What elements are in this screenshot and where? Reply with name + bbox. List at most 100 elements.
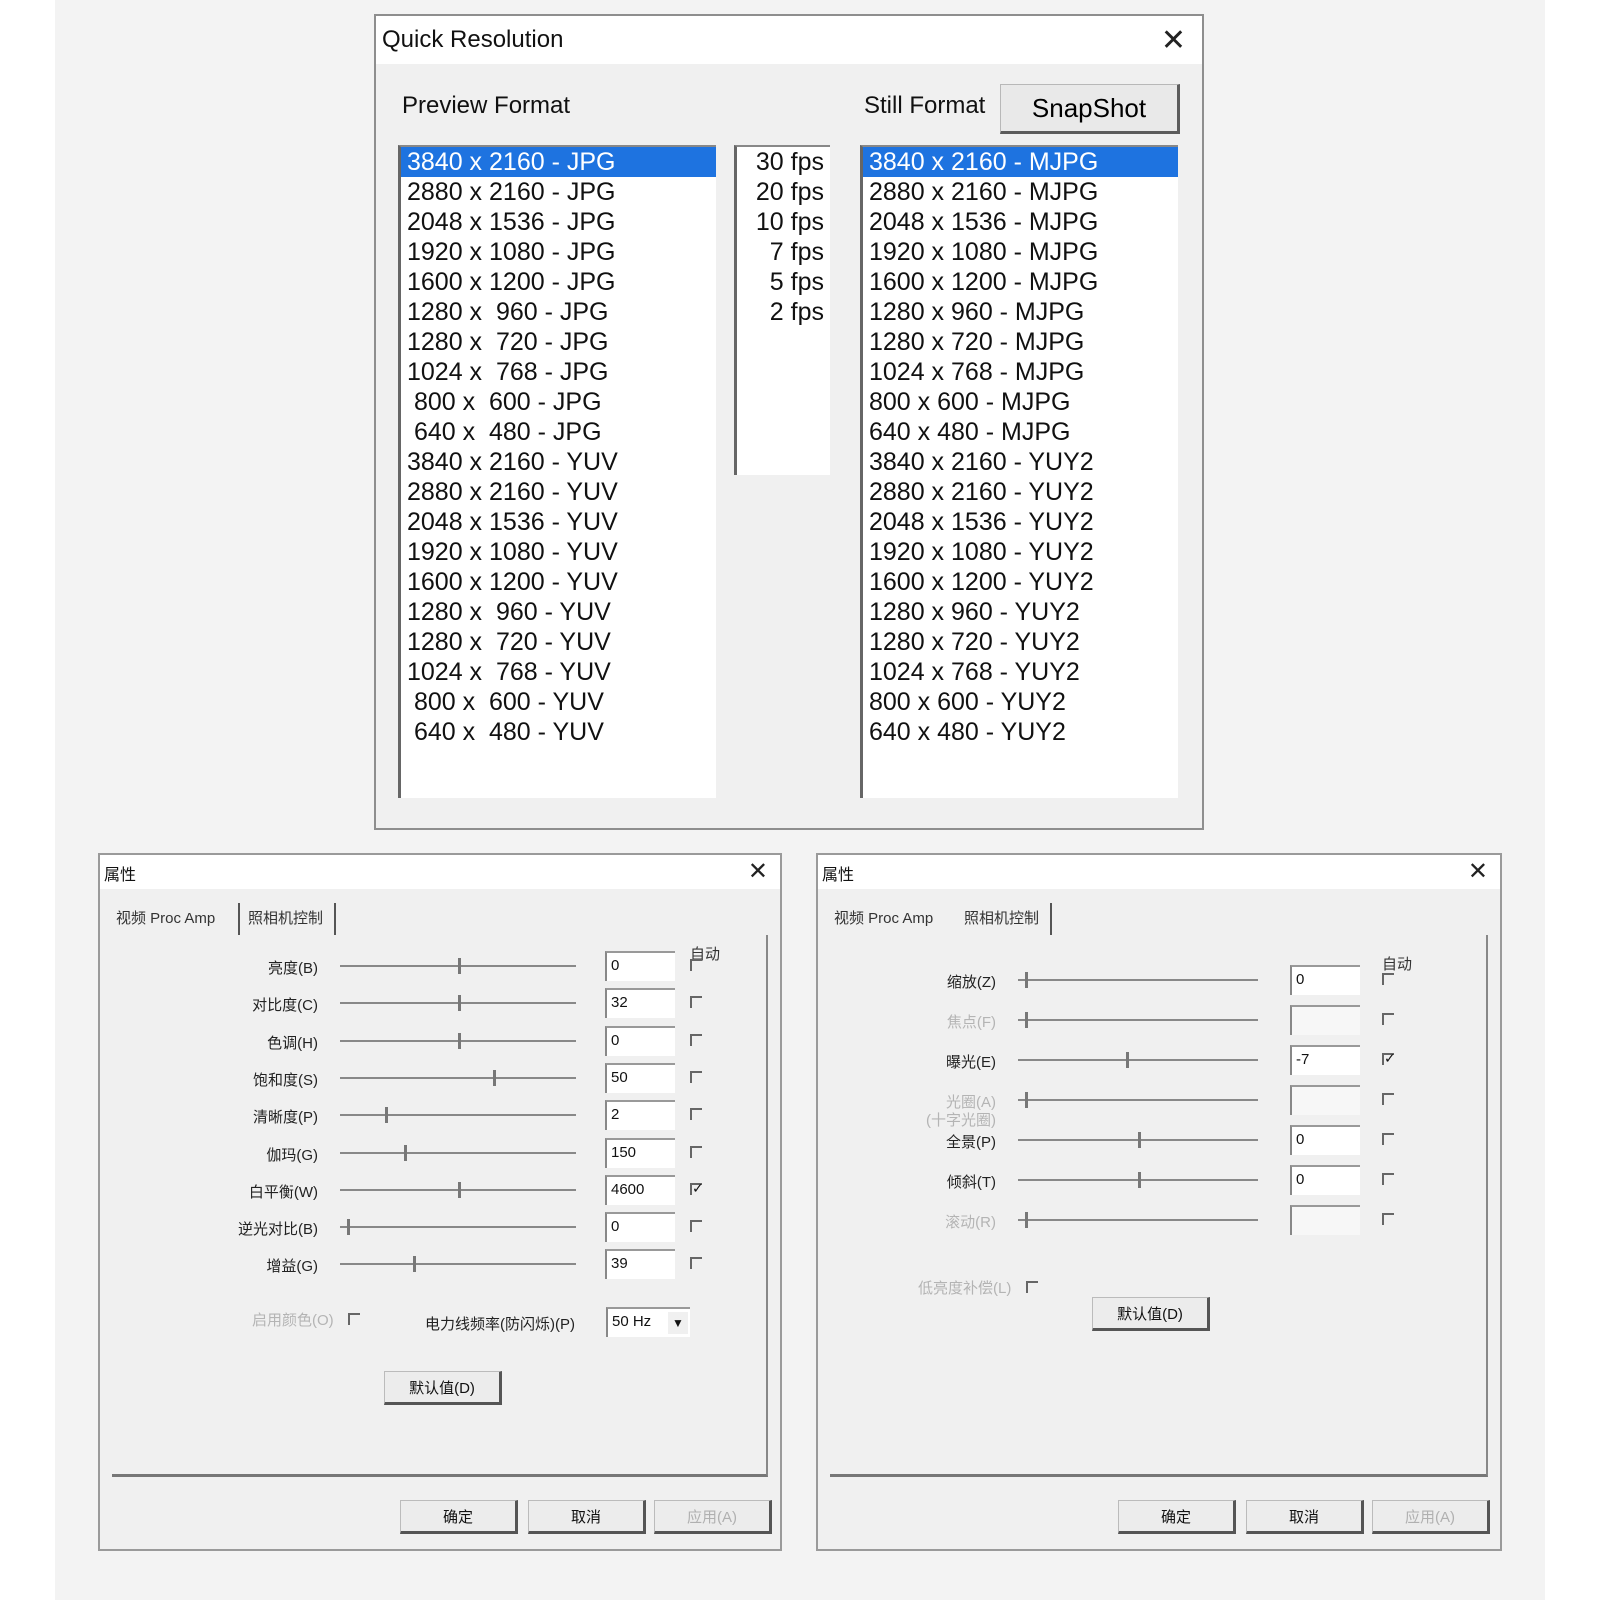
slider-track[interactable] bbox=[1018, 1019, 1258, 1021]
list-item[interactable]: 800 x 600 - YUY2 bbox=[863, 687, 1178, 717]
slider-thumb[interactable] bbox=[458, 1032, 461, 1049]
value-field[interactable]: 150 bbox=[605, 1137, 675, 1168]
ok-button[interactable]: 确定 bbox=[400, 1500, 518, 1534]
tab-camera-control[interactable]: 照相机控制 bbox=[958, 903, 1052, 935]
slider-thumb[interactable] bbox=[1025, 972, 1029, 988]
slider-track[interactable] bbox=[340, 1263, 576, 1266]
list-item[interactable]: 2880 x 2160 - MJPG bbox=[863, 177, 1178, 207]
value-field[interactable]: 4600 bbox=[605, 1174, 675, 1205]
value-field[interactable] bbox=[1290, 1085, 1360, 1115]
list-item[interactable]: 1280 x 960 - JPG bbox=[401, 297, 716, 327]
auto-checkbox[interactable] bbox=[1382, 1053, 1396, 1065]
value-field[interactable]: 0 bbox=[605, 1212, 675, 1243]
slider-thumb[interactable] bbox=[493, 1069, 497, 1086]
auto-checkbox[interactable] bbox=[690, 1070, 702, 1083]
list-item[interactable]: 2880 x 2160 - YUV bbox=[401, 477, 716, 507]
list-item[interactable]: 1280 x 720 - JPG bbox=[401, 327, 716, 357]
slider-thumb[interactable] bbox=[458, 995, 461, 1012]
auto-checkbox[interactable] bbox=[690, 1220, 702, 1233]
value-field[interactable]: 0 bbox=[1290, 965, 1360, 995]
slider-thumb[interactable] bbox=[1138, 1132, 1141, 1148]
value-field[interactable] bbox=[1290, 1005, 1360, 1035]
list-item[interactable]: 800 x 600 - MJPG bbox=[863, 387, 1178, 417]
slider-track[interactable] bbox=[340, 1151, 576, 1154]
slider-thumb[interactable] bbox=[1126, 1052, 1129, 1068]
list-item[interactable]: 1280 x 720 - YUV bbox=[401, 627, 716, 657]
low-light-compensation-checkbox[interactable] bbox=[1026, 1281, 1038, 1293]
auto-checkbox[interactable] bbox=[690, 959, 702, 971]
slider-thumb[interactable] bbox=[1025, 1012, 1029, 1028]
slider-thumb[interactable] bbox=[384, 1107, 388, 1124]
slider-track[interactable] bbox=[340, 1076, 576, 1079]
list-item[interactable]: 1600 x 1200 - YUY2 bbox=[863, 567, 1178, 597]
list-item[interactable]: 5 fps bbox=[737, 267, 830, 297]
list-item[interactable]: 800 x 600 - YUV bbox=[401, 687, 716, 717]
cancel-button[interactable]: 取消 bbox=[1246, 1500, 1364, 1534]
default-button[interactable]: 默认值(D) bbox=[384, 1371, 502, 1405]
powerline-frequency-select[interactable]: 50 Hz ▼ bbox=[606, 1307, 690, 1337]
slider-thumb[interactable] bbox=[403, 1144, 407, 1161]
slider-thumb[interactable] bbox=[413, 1256, 417, 1273]
list-item[interactable]: 2048 x 1536 - JPG bbox=[401, 207, 716, 237]
slider-track[interactable] bbox=[340, 1114, 576, 1117]
auto-checkbox[interactable] bbox=[1382, 1013, 1394, 1025]
auto-checkbox[interactable] bbox=[690, 1257, 702, 1270]
tab-proc-amp[interactable]: 视频 Proc Amp bbox=[110, 903, 240, 935]
list-item[interactable]: 2880 x 2160 - JPG bbox=[401, 177, 716, 207]
list-item[interactable]: 7 fps bbox=[737, 237, 830, 267]
list-item[interactable]: 1280 x 960 - MJPG bbox=[863, 297, 1178, 327]
still-format-list[interactable]: 3840 x 2160 - MJPG 2880 x 2160 - MJPG 2048… bbox=[860, 145, 1178, 798]
value-field[interactable]: -7 bbox=[1290, 1045, 1360, 1075]
apply-button[interactable]: 应用(A) bbox=[1372, 1500, 1490, 1534]
color-enable-checkbox[interactable] bbox=[348, 1313, 360, 1325]
preview-format-list[interactable]: 3840 x 2160 - JPG 2880 x 2160 - JPG 2048 x… bbox=[398, 145, 716, 798]
tab-proc-amp[interactable]: 视频 Proc Amp bbox=[828, 903, 956, 935]
list-item[interactable]: 2048 x 1536 - YUV bbox=[401, 507, 716, 537]
list-item[interactable]: 3840 x 2160 - YUY2 bbox=[863, 447, 1178, 477]
cancel-button[interactable]: 取消 bbox=[528, 1500, 646, 1534]
list-item[interactable]: 1024 x 768 - MJPG bbox=[863, 357, 1178, 387]
auto-checkbox[interactable] bbox=[1382, 1093, 1394, 1105]
fps-list[interactable]: 30 fps 20 fps 10 fps 7 fps 5 fps 2 fps bbox=[734, 145, 830, 475]
value-field[interactable]: 0 bbox=[1290, 1165, 1360, 1195]
slider-thumb[interactable] bbox=[458, 958, 461, 974]
list-item[interactable]: 1280 x 720 - MJPG bbox=[863, 327, 1178, 357]
slider-track[interactable] bbox=[1018, 1059, 1258, 1061]
list-item[interactable]: 1920 x 1080 - JPG bbox=[401, 237, 716, 267]
slider-track[interactable] bbox=[1018, 1099, 1258, 1101]
list-item[interactable]: 1280 x 720 - YUY2 bbox=[863, 627, 1178, 657]
list-item[interactable]: 30 fps bbox=[737, 147, 830, 177]
apply-button[interactable]: 应用(A) bbox=[654, 1500, 772, 1534]
slider-track[interactable] bbox=[1018, 1219, 1258, 1221]
list-item[interactable]: 1920 x 1080 - MJPG bbox=[863, 237, 1178, 267]
auto-checkbox[interactable] bbox=[1382, 1173, 1394, 1185]
slider-track[interactable] bbox=[340, 1226, 576, 1229]
auto-checkbox[interactable] bbox=[1382, 1213, 1394, 1225]
list-item[interactable]: 640 x 480 - YUV bbox=[401, 717, 716, 747]
list-item[interactable]: 640 x 480 - MJPG bbox=[863, 417, 1178, 447]
value-field[interactable]: 0 bbox=[1290, 1125, 1360, 1155]
auto-checkbox[interactable] bbox=[690, 1145, 702, 1158]
default-button[interactable]: 默认值(D) bbox=[1092, 1297, 1210, 1331]
slider-thumb[interactable] bbox=[347, 1219, 351, 1236]
slider-thumb[interactable] bbox=[458, 1181, 461, 1198]
tab-camera-control[interactable]: 照相机控制 bbox=[242, 903, 336, 935]
slider-track[interactable] bbox=[1018, 979, 1258, 981]
chevron-down-icon[interactable]: ▼ bbox=[668, 1312, 688, 1334]
slider-thumb[interactable] bbox=[1138, 1172, 1141, 1188]
value-field[interactable]: 39 bbox=[605, 1249, 675, 1280]
list-item[interactable]: 3840 x 2160 - JPG bbox=[401, 147, 716, 177]
value-field[interactable]: 0 bbox=[605, 1025, 675, 1056]
list-item[interactable]: 800 x 600 - JPG bbox=[401, 387, 716, 417]
auto-checkbox[interactable] bbox=[690, 1108, 702, 1121]
value-field[interactable] bbox=[1290, 1205, 1360, 1235]
slider-thumb[interactable] bbox=[1025, 1212, 1029, 1228]
list-item[interactable]: 1600 x 1200 - JPG bbox=[401, 267, 716, 297]
list-item[interactable]: 3840 x 2160 - MJPG bbox=[863, 147, 1178, 177]
list-item[interactable]: 3840 x 2160 - YUV bbox=[401, 447, 716, 477]
list-item[interactable]: 1280 x 960 - YUY2 bbox=[863, 597, 1178, 627]
list-item[interactable]: 2048 x 1536 - MJPG bbox=[863, 207, 1178, 237]
list-item[interactable]: 1280 x 960 - YUV bbox=[401, 597, 716, 627]
slider-thumb[interactable] bbox=[1025, 1092, 1029, 1108]
list-item[interactable]: 640 x 480 - JPG bbox=[401, 417, 716, 447]
